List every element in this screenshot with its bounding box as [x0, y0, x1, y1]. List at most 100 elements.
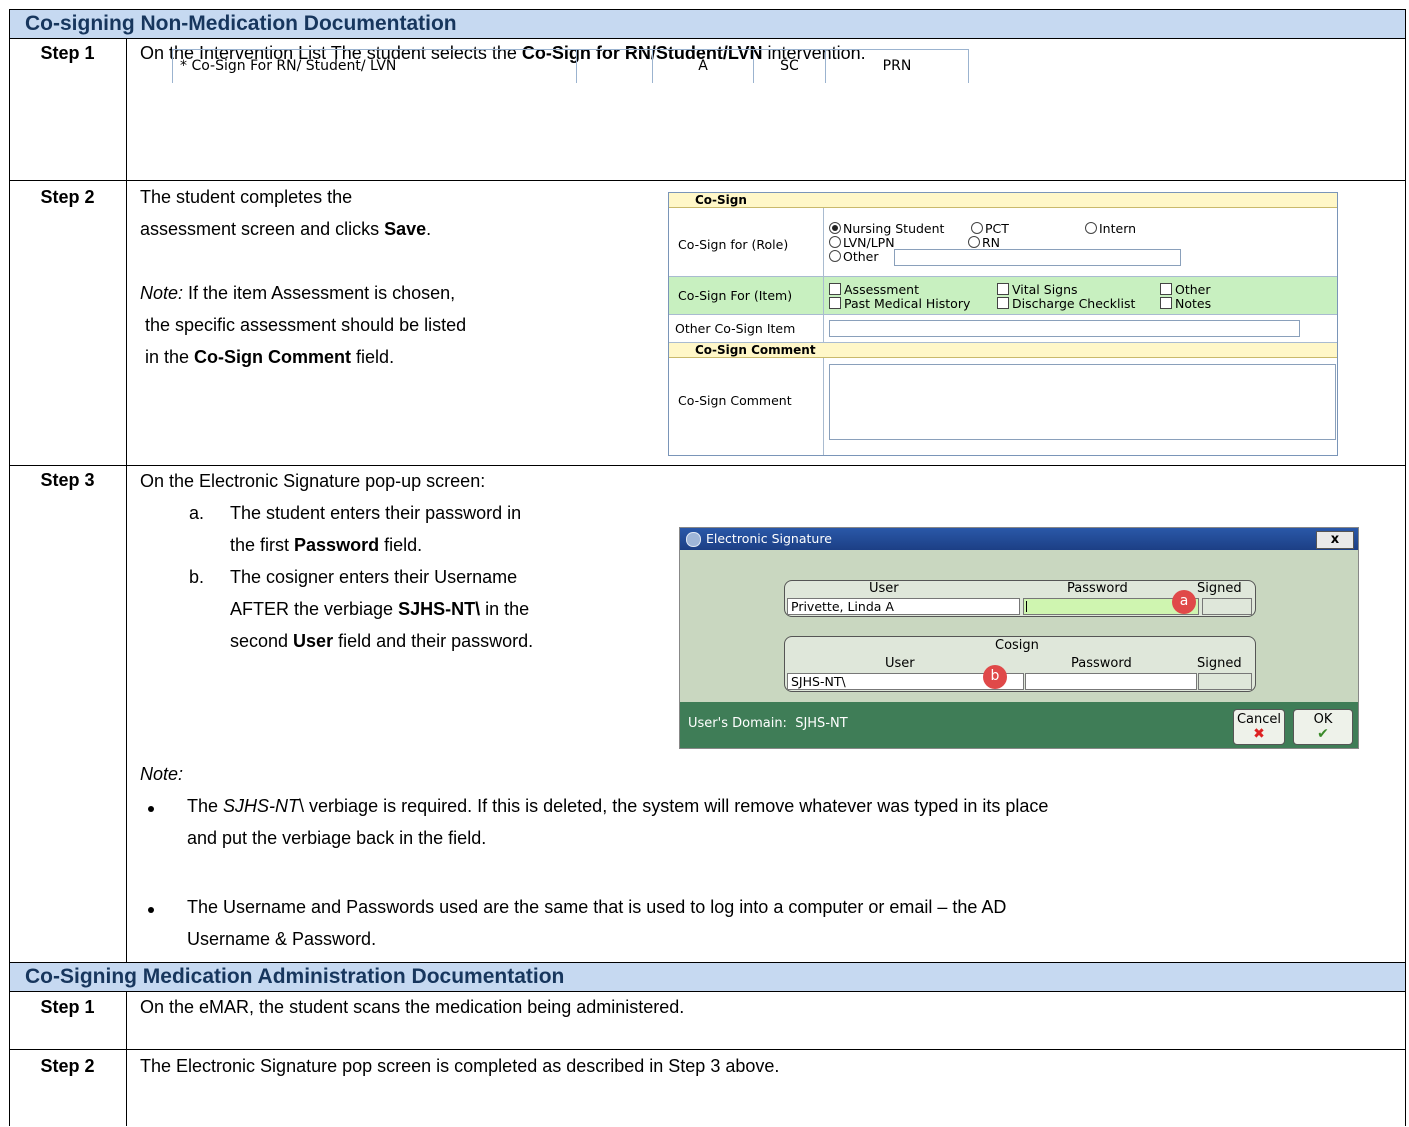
step3-item-a: The student enters their password in the…: [230, 497, 521, 561]
note-bullet-1: The SJHS-NT\ verbiage is required. If th…: [187, 790, 1048, 854]
checkbox-icon: [1160, 283, 1172, 295]
checkbox-icon: [997, 297, 1009, 309]
section-header-med: Co-Signing Medication Administration Doc…: [9, 962, 1406, 991]
text: in the: [480, 599, 530, 619]
role-other-input[interactable]: [894, 249, 1181, 266]
bullet-icon: [148, 806, 154, 812]
radio-icon: [829, 222, 841, 234]
checkbox-icon: [829, 297, 841, 309]
bold-text: SJHS-NT\: [398, 599, 481, 619]
text: The Username and Passwords used are the …: [187, 897, 1007, 917]
option-label: RN: [982, 235, 1001, 250]
role-option-intern[interactable]: Intern: [1085, 222, 1136, 235]
med-step1-text: On the eMAR, the student scans the medic…: [140, 997, 685, 1017]
cancel-x-icon: ✖: [1253, 726, 1265, 742]
cosign-header: Cosign: [995, 638, 1039, 653]
text: \ verbiage is required. If this is delet…: [299, 796, 1049, 816]
option-label: Assessment: [844, 282, 919, 297]
list-marker-a: a.: [189, 503, 205, 523]
item-option-assessment[interactable]: Assessment: [829, 283, 919, 296]
text-line: second User field and their password.: [230, 625, 533, 657]
text-line: Note: If the item Assessment is chosen,: [140, 277, 466, 309]
text: If the item Assessment is chosen,: [183, 283, 456, 303]
grid-line: [126, 991, 127, 1126]
option-label: Vital Signs: [1012, 282, 1078, 297]
step-label: Step 1: [40, 997, 95, 1017]
text: and put the verbiage back in the field.: [187, 828, 487, 848]
med-step2-text: The Electronic Signature pop screen is c…: [140, 1056, 780, 1076]
text-line: The SJHS-NT\ verbiage is required. If th…: [187, 790, 1048, 822]
other-item-label-cell: Other Co-Sign Item: [669, 315, 824, 342]
intervention-cell: [576, 49, 653, 83]
password-header: Password: [1071, 656, 1132, 671]
dialog-footer: User's Domain: SJHS-NT Cancel ✖ OK ✔: [680, 702, 1358, 748]
bold-text: Save: [384, 219, 427, 239]
comment-label-cell: Co-Sign Comment: [669, 358, 824, 455]
item-option-discharge-checklist[interactable]: Discharge Checklist: [997, 297, 1135, 310]
role-option-lvn[interactable]: LVN/LPN: [829, 236, 895, 249]
ok-button[interactable]: OK ✔: [1293, 709, 1353, 745]
section-title: Co-Signing Medication Administration Doc…: [25, 965, 565, 988]
item-option-vital-signs[interactable]: Vital Signs: [997, 283, 1078, 296]
form-section-header: Co-Sign Comment: [669, 343, 1337, 358]
cosigner-signed-field: [1198, 673, 1252, 690]
comment-row: Co-Sign Comment: [669, 358, 1337, 455]
option-label: Intern: [1099, 221, 1137, 236]
signer-signed-field: [1202, 598, 1252, 615]
step-label: Step 2: [40, 187, 95, 207]
role-row: Co-Sign for (Role) Nursing Student PCT I…: [669, 208, 1337, 277]
option-label: Other: [1175, 282, 1211, 297]
dialog-title: Electronic Signature: [706, 531, 832, 546]
radio-icon: [829, 236, 841, 248]
signed-header: Signed: [1197, 656, 1242, 671]
note-bullet-2: The Username and Passwords used are the …: [187, 891, 1006, 955]
role-option-pct[interactable]: PCT: [971, 222, 1009, 235]
text: field.: [351, 347, 395, 367]
text: assessment screen and clicks: [140, 219, 385, 239]
cancel-button[interactable]: Cancel ✖: [1233, 709, 1285, 745]
app-icon: [686, 532, 701, 547]
close-button[interactable]: x: [1316, 531, 1354, 549]
option-label: Nursing Student: [843, 221, 945, 236]
dialog-titlebar: Electronic Signature x: [680, 528, 1358, 550]
grid-line: [126, 38, 127, 962]
note-label-text: Note:: [140, 764, 184, 784]
text: the first: [230, 535, 295, 555]
option-label: PCT: [985, 221, 1009, 236]
italic-text: SJHS-NT: [223, 796, 300, 816]
option-label: Notes: [1175, 296, 1212, 311]
ok-label: OK: [1313, 712, 1333, 727]
form-section-header: Co-Sign: [669, 193, 1337, 208]
item-label: Co-Sign For (Item): [678, 288, 793, 303]
text: The cosigner enters their Username: [230, 567, 518, 587]
item-option-past-medical-history[interactable]: Past Medical History: [829, 297, 970, 310]
cosigner-password-field[interactable]: [1025, 673, 1197, 690]
bold-text: Password: [294, 535, 380, 555]
checkbox-icon: [1160, 297, 1172, 309]
item-option-other[interactable]: Other: [1160, 283, 1211, 296]
role-option-rn[interactable]: RN: [968, 236, 1000, 249]
cancel-label: Cancel: [1236, 712, 1282, 727]
intervention-cell: PRN: [826, 49, 969, 83]
role-option-other[interactable]: Other: [829, 250, 879, 263]
role-option-nursing-student[interactable]: Nursing Student: [829, 222, 944, 235]
note-label: Note:: [140, 283, 184, 303]
checkbox-icon: [997, 283, 1009, 295]
comment-textarea[interactable]: [829, 364, 1336, 440]
item-option-notes[interactable]: Notes: [1160, 297, 1211, 310]
cosign-group: Cosign User Password Signed SJHS-NT\: [784, 636, 1256, 692]
user-header: User: [885, 656, 915, 671]
step3-item-b: The cosigner enters their Username AFTER…: [230, 561, 533, 657]
bold-text: User: [293, 631, 334, 651]
text: AFTER the verbiage: [230, 599, 399, 619]
other-item-label: Other Co-Sign Item: [675, 321, 796, 336]
radio-icon: [968, 236, 980, 248]
intervention-row[interactable]: * Co-Sign For RN/ Student/ LVN A SC PRN: [172, 49, 969, 83]
text: The student completes the: [140, 187, 353, 207]
option-label: Past Medical History: [844, 296, 971, 311]
other-item-input[interactable]: [829, 320, 1300, 337]
signer-user-field[interactable]: Privette, Linda A: [787, 598, 1020, 615]
document: Co-signing Non-Medication Documentation …: [9, 9, 1406, 1126]
other-item-row: Other Co-Sign Item: [669, 315, 1337, 343]
